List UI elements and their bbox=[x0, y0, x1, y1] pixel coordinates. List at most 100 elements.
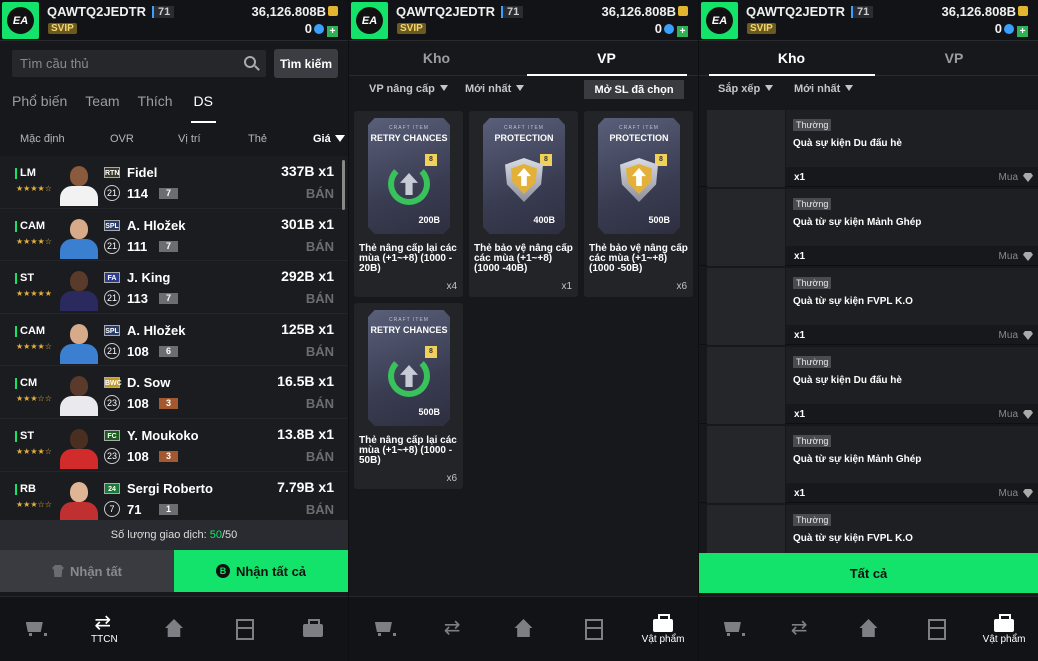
tab-vp[interactable]: VP bbox=[524, 50, 689, 66]
add-gem-button[interactable]: + bbox=[327, 26, 338, 37]
craft-pack-art: CRAFT ITEM RETRY CHANCES 8 500B bbox=[368, 310, 450, 426]
tab-popular[interactable]: Phổ biến bbox=[12, 93, 67, 123]
ea-logo[interactable]: EA bbox=[351, 2, 388, 39]
reward-item[interactable]: Thường Quà từ sự kiện FVPL K.O x1 Mua bbox=[699, 503, 1038, 553]
player-row[interactable]: ST ★★★★★ FA J. King 21 113 7 292B x1 BÁN bbox=[0, 261, 348, 314]
nav-transfer[interactable] bbox=[419, 597, 489, 661]
vip-badge: SVIP bbox=[48, 23, 77, 34]
nav-home[interactable] bbox=[139, 597, 209, 661]
nav-items[interactable]: Vật phẩm bbox=[970, 597, 1038, 661]
scrollbar[interactable] bbox=[342, 160, 345, 210]
cart-icon bbox=[24, 619, 47, 637]
filter-bar: Sắp xếp Mới nhất bbox=[699, 78, 1038, 102]
filter-newest-dropdown[interactable]: Mới nhất bbox=[794, 83, 853, 95]
reward-item[interactable]: Thường Quà sự kiện Du đấu hè x1 Mua bbox=[699, 345, 1038, 424]
reward-title: Quà sự kiện Du đấu hè bbox=[793, 375, 902, 386]
reward-item[interactable]: Thường Quà sự kiện Du đấu hè x1 Mua bbox=[699, 108, 1038, 187]
top-bar: EA QAWTQ2JEDTR 71 SVIP 36,126.808B 0 + bbox=[349, 0, 698, 41]
reward-info: Thường Quà từ sự kiện Mảnh Ghép bbox=[786, 189, 1038, 246]
reward-item[interactable]: Thường Quà từ sự kiện Mảnh Ghép x1 Mua bbox=[699, 187, 1038, 266]
nav-shop[interactable] bbox=[0, 597, 70, 661]
vp-item-card[interactable]: CRAFT ITEM PROTECTION 8 500B Thẻ bảo vệ … bbox=[584, 111, 693, 297]
player-row[interactable]: RB ★★★☆☆ 24 Sergi Roberto 7 71 1 7.79B x… bbox=[0, 471, 348, 520]
bottom-nav: Vật phẩm bbox=[699, 596, 1038, 661]
vp-item-card[interactable]: CRAFT ITEM RETRY CHANCES 8 200B Thẻ nâng… bbox=[354, 111, 463, 297]
nav-squad[interactable] bbox=[558, 597, 628, 661]
sort-dropdown[interactable]: Sắp xếp bbox=[718, 83, 773, 95]
reward-item[interactable]: Thường Quà từ sự kiện Mảnh Ghép x1 Mua bbox=[699, 424, 1038, 503]
sell-button[interactable]: BÁN bbox=[306, 344, 334, 359]
tab-team[interactable]: Team bbox=[85, 93, 119, 123]
search-button[interactable]: Tìm kiếm bbox=[274, 49, 338, 78]
ea-logo[interactable]: EA bbox=[2, 2, 39, 39]
open-selected-button[interactable]: Mở SL đã chọn bbox=[584, 80, 684, 99]
retry-arrows-icon bbox=[388, 355, 430, 397]
sort-price[interactable]: Giá bbox=[313, 133, 331, 145]
nav-shop[interactable] bbox=[349, 597, 419, 661]
buy-button[interactable]: Mua bbox=[999, 330, 1018, 341]
sell-button[interactable]: BÁN bbox=[306, 396, 334, 411]
player-row[interactable]: CM ★★★☆☆ BWC D. Sow 23 108 3 16.5B x1 BÁ… bbox=[0, 366, 348, 419]
nav-home[interactable] bbox=[835, 597, 903, 661]
vp-item-card[interactable]: CRAFT ITEM PROTECTION 8 400B Thẻ bảo vệ … bbox=[469, 111, 578, 297]
top-bar: EA QAWTQ2JEDTR 71 SVIP 36,126.808B 0 + bbox=[0, 0, 348, 41]
nav-shop[interactable] bbox=[699, 597, 767, 661]
nav-home[interactable] bbox=[489, 597, 559, 661]
sell-button[interactable]: BÁN bbox=[306, 239, 334, 254]
ea-logo[interactable]: EA bbox=[701, 2, 738, 39]
reward-thumbnail bbox=[707, 347, 785, 424]
search-input[interactable]: Tìm cầu thủ bbox=[12, 50, 266, 77]
receive-all-button[interactable]: B Nhận tất cả bbox=[174, 550, 348, 592]
buy-button[interactable]: Mua bbox=[999, 409, 1018, 420]
claim-all-button[interactable]: Tất cả bbox=[699, 553, 1038, 593]
pack-value: 200B bbox=[418, 215, 440, 225]
tab-favorite[interactable]: Thích bbox=[138, 93, 173, 123]
nav-items[interactable]: Vật phẩm bbox=[628, 597, 698, 661]
tab-storage[interactable]: Kho bbox=[699, 50, 884, 66]
player-row[interactable]: CAM ★★★★☆ SPL A. Hložek 21 108 6 125B x1… bbox=[0, 313, 348, 367]
username: QAWTQ2JEDTR 71 bbox=[47, 4, 175, 19]
level-badge: 8 bbox=[425, 154, 437, 166]
sell-button[interactable]: BÁN bbox=[306, 449, 334, 464]
player-row[interactable]: CAM ★★★★☆ SPL A. Hložek 21 111 7 301B x1… bbox=[0, 208, 348, 262]
buy-button[interactable]: Mua bbox=[999, 172, 1018, 183]
filter-newest-dropdown[interactable]: Mới nhất bbox=[465, 83, 524, 95]
sort-default[interactable]: Mặc định bbox=[20, 133, 65, 145]
player-ovr-circle: 21 bbox=[104, 290, 120, 307]
search-icon[interactable] bbox=[244, 56, 256, 68]
buy-button[interactable]: Mua bbox=[999, 488, 1018, 499]
tab-list[interactable]: DS bbox=[190, 93, 216, 123]
upgrade-grade-badge: 1 bbox=[159, 503, 178, 515]
level-badge: 71 bbox=[850, 6, 874, 18]
reward-item[interactable]: Thường Quà từ sự kiện FVPL K.O x1 Mua bbox=[699, 266, 1038, 345]
sell-button[interactable]: BÁN bbox=[306, 186, 334, 201]
filter-upgrade-dropdown[interactable]: VP nâng cấp bbox=[369, 83, 448, 95]
tab-storage[interactable]: Kho bbox=[349, 50, 524, 66]
player-ovr-circle: 23 bbox=[104, 395, 120, 412]
sell-button[interactable]: BÁN bbox=[306, 502, 334, 517]
coin-icon bbox=[328, 6, 338, 16]
player-name: D. Sow bbox=[127, 375, 171, 391]
nav-transfer[interactable] bbox=[767, 597, 835, 661]
player-row[interactable]: ST ★★★★☆ FC Y. Moukoko 23 108 3 13.8B x1… bbox=[0, 418, 348, 472]
vp-item-card[interactable]: CRAFT ITEM RETRY CHANCES 8 500B Thẻ nâng… bbox=[354, 303, 463, 489]
sell-button[interactable]: BÁN bbox=[306, 291, 334, 306]
diamond-icon bbox=[1023, 331, 1033, 340]
pack-title: RETRY CHANCES bbox=[370, 133, 448, 143]
receive-button[interactable]: Nhận tất bbox=[0, 550, 174, 592]
sort-card[interactable]: Thẻ bbox=[248, 133, 267, 145]
buy-button[interactable]: Mua bbox=[999, 251, 1018, 262]
add-gem-button[interactable]: + bbox=[677, 26, 688, 37]
player-row[interactable]: LM ★★★★☆ RTN Fidel 21 114 7 337B x1 BÁN bbox=[0, 156, 348, 209]
player-name: A. Hložek bbox=[127, 217, 186, 233]
add-gem-button[interactable]: + bbox=[1017, 26, 1028, 37]
sort-ovr[interactable]: OVR bbox=[110, 133, 134, 145]
nav-items[interactable] bbox=[278, 597, 348, 661]
nav-squad[interactable] bbox=[902, 597, 970, 661]
sort-position[interactable]: Vị trí bbox=[178, 133, 201, 145]
nav-transfer[interactable]: TTCN bbox=[70, 597, 140, 661]
craft-label: CRAFT ITEM bbox=[504, 125, 544, 131]
season-icon: SPL bbox=[104, 324, 120, 336]
tab-vp[interactable]: VP bbox=[884, 50, 1024, 66]
nav-squad[interactable] bbox=[209, 597, 279, 661]
